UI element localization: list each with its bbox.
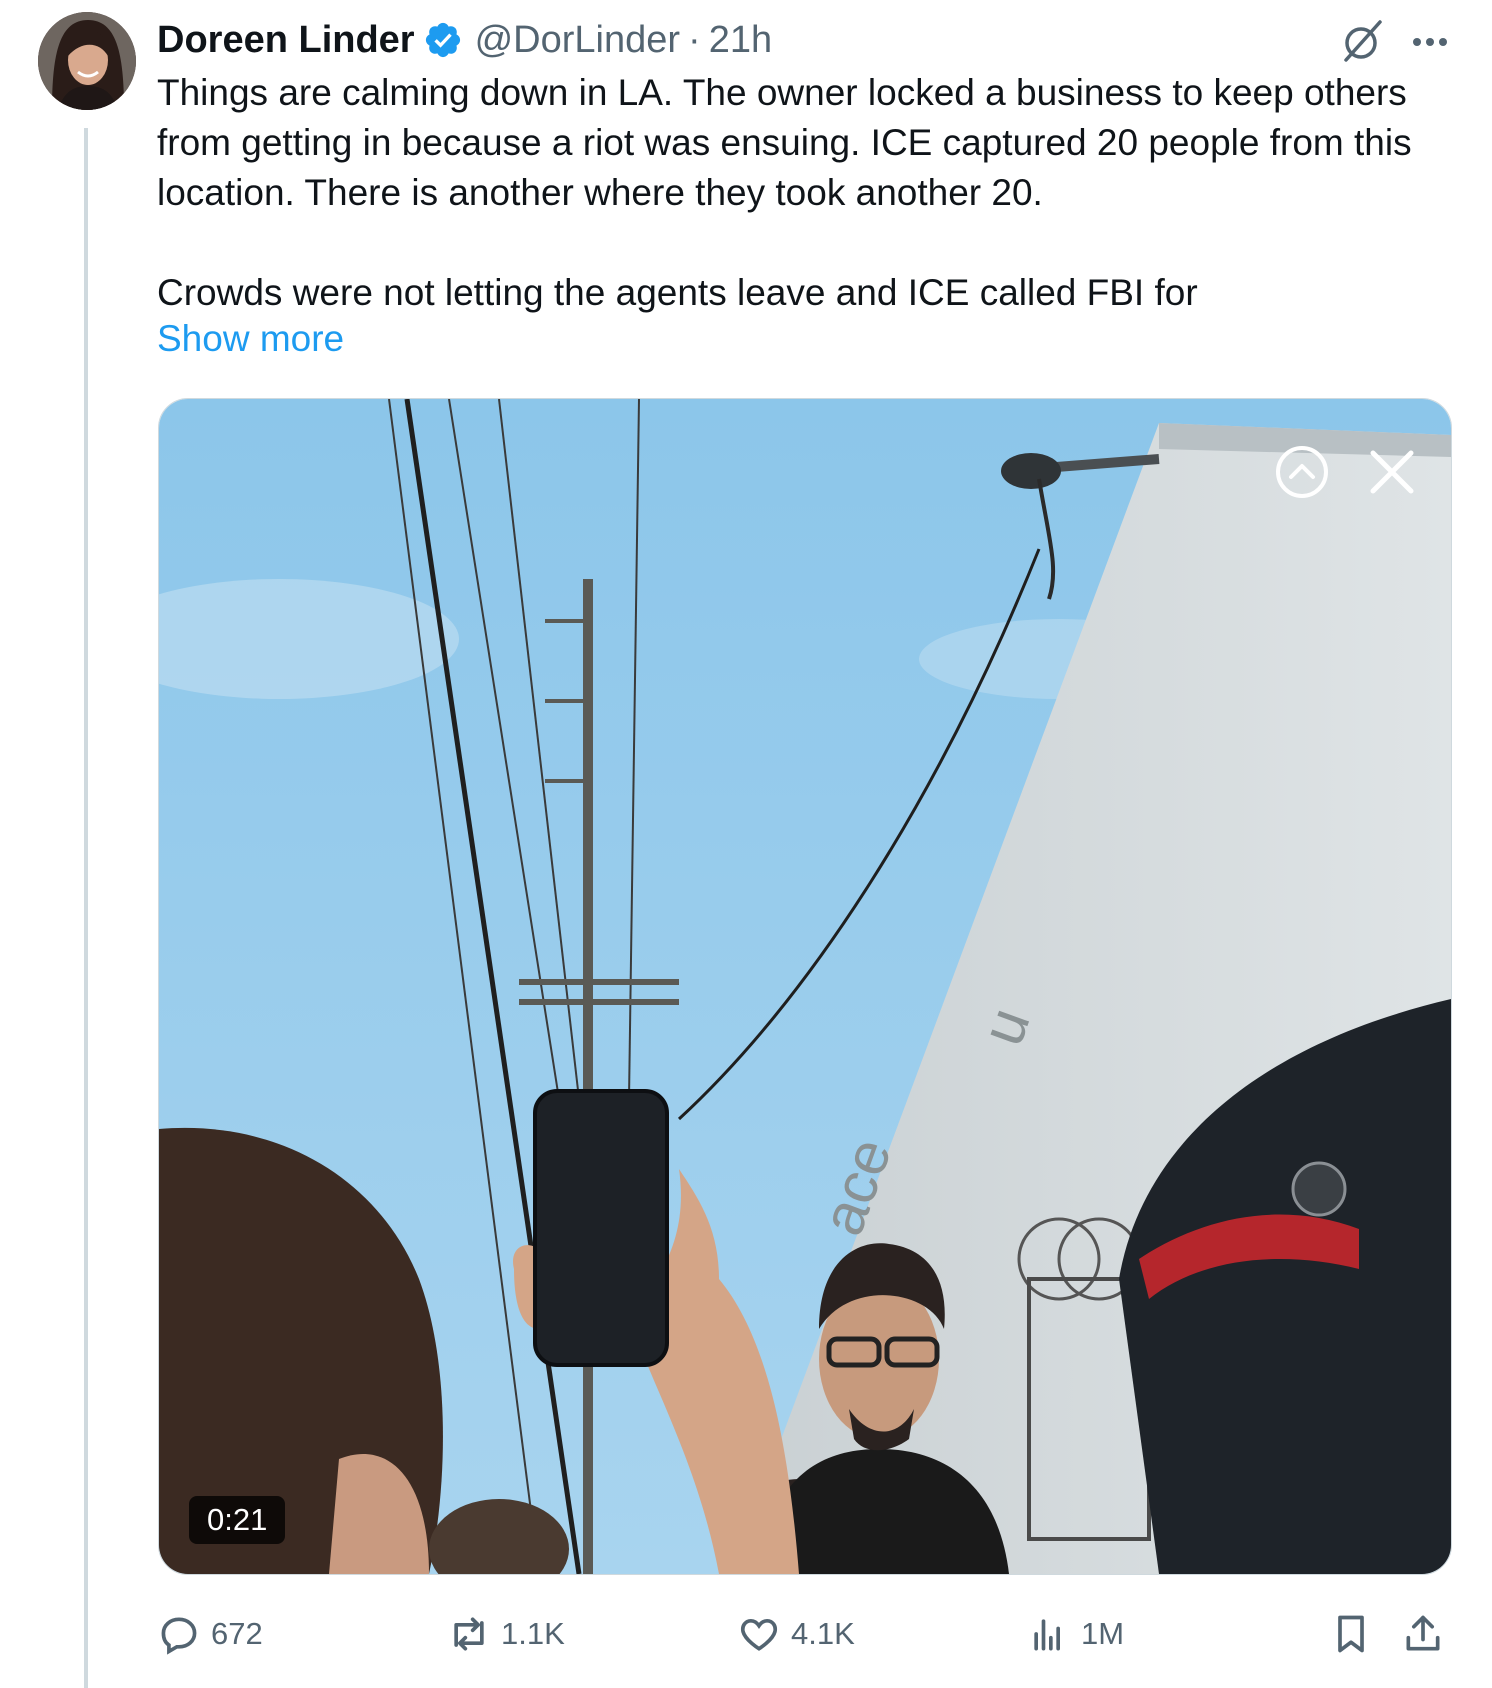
close-icon[interactable] [1367,447,1417,497]
repost-icon [454,1617,484,1651]
thread-line [84,128,88,1688]
reply-count: 672 [211,1616,263,1651]
video-frame-image: u ace [159,399,1451,1574]
views-count: 1M [1081,1616,1125,1651]
tweet-paragraph-1: Things are calming down in LA. The owner… [157,72,1412,213]
verified-badge-icon [425,22,460,58]
tweet-text: Things are calming down in LA. The owner… [157,68,1447,318]
share-button[interactable] [1401,1608,1455,1660]
timestamp[interactable]: 21h [709,19,772,62]
bookmark-button[interactable] [1329,1608,1383,1660]
tweet-paragraph-2: Crowds were not letting the agents leave… [157,272,1198,313]
avatar-image [38,12,136,110]
reply-button[interactable]: 672 [157,1608,263,1660]
views-icon [1034,1619,1060,1651]
author-name[interactable]: Doreen Linder [157,19,415,62]
more-icon[interactable] [1408,20,1452,64]
views-button[interactable]: 1M [1027,1608,1124,1660]
repost-button[interactable]: 1.1K [447,1608,565,1660]
show-more-link[interactable]: Show more [157,318,344,360]
grok-icon[interactable] [1338,16,1388,66]
author-handle[interactable]: @DorLinder [475,19,680,62]
share-icon [1406,1615,1440,1651]
repost-count: 1.1K [501,1616,565,1651]
action-bar: 672 1.1K 4.1K 1M [157,1608,1457,1660]
collapse-icon[interactable] [1274,444,1330,500]
like-icon [740,1618,778,1651]
like-count: 4.1K [791,1616,855,1651]
avatar[interactable] [38,12,136,110]
bookmark-icon [1338,1615,1364,1653]
like-button[interactable]: 4.1K [737,1608,855,1660]
video-player[interactable]: u ace 0:21 [158,398,1452,1575]
video-duration: 0:21 [189,1496,286,1544]
tweet-header: Doreen Linder @DorLinder · 21h [157,14,772,66]
separator-dot: · [688,18,701,61]
reply-icon [161,1617,197,1655]
